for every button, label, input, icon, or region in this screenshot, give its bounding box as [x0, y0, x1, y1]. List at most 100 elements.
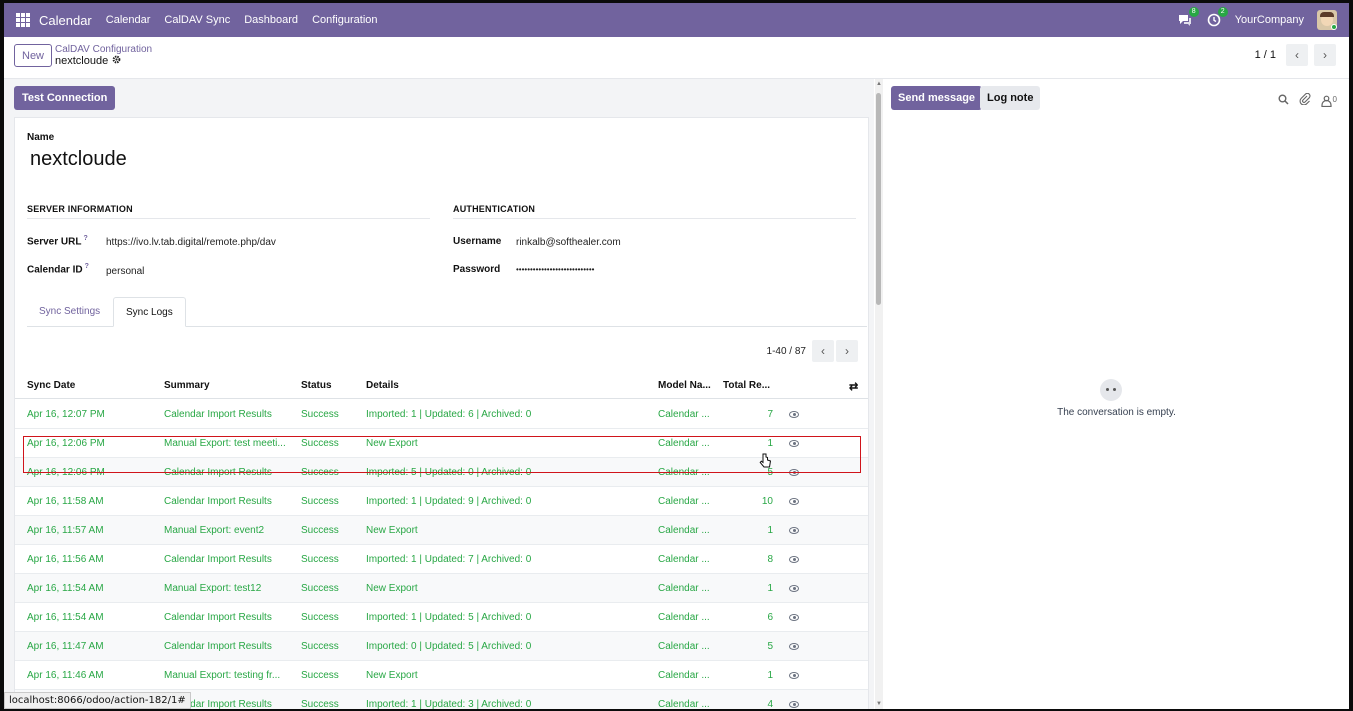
scroll-up-icon[interactable]: ▲ — [875, 81, 883, 87]
cell-model: Calendar ... — [658, 525, 710, 536]
scrollbar-thumb[interactable] — [876, 93, 881, 305]
test-connection-button[interactable]: Test Connection — [14, 86, 116, 110]
cell-status: Success — [301, 583, 339, 594]
help-tooltip-icon[interactable]: ? — [85, 263, 89, 270]
scroll-down-icon[interactable]: ▼ — [875, 701, 883, 707]
form-scrollbar[interactable]: ▲ ▼ — [875, 79, 883, 709]
cell-model: Calendar ... — [658, 409, 710, 420]
help-tooltip-icon[interactable]: ? — [83, 235, 87, 242]
user-avatar[interactable] — [1317, 10, 1337, 30]
eye-icon[interactable] — [789, 411, 799, 418]
odoo-window: Calendar Calendar CalDAV Sync Dashboard … — [4, 3, 1349, 709]
chatter-panel: Send message Log note 0 The conversation… — [884, 79, 1349, 709]
menu-configuration[interactable]: Configuration — [312, 14, 377, 26]
table-row[interactable]: Apr 16, 11:56 AM Calendar Import Results S… — [15, 545, 868, 574]
col-details[interactable]: Details — [366, 380, 399, 391]
eye-icon[interactable] — [789, 440, 799, 447]
logs-prev-icon[interactable]: ‹ — [812, 340, 834, 362]
menu-caldav-sync[interactable]: CalDAV Sync — [164, 14, 230, 26]
cell-summary: Manual Export: test meeti... — [164, 438, 286, 449]
authentication-section-title: AUTHENTICATION — [453, 204, 856, 219]
table-row[interactable]: Apr 16, 12:06 PM Calendar Import Results S… — [15, 458, 868, 487]
paperclip-icon[interactable] — [1299, 92, 1311, 108]
cell-details: Imported: 1 | Updated: 6 | Archived: 0 — [366, 409, 532, 420]
cell-total: 5 — [767, 641, 773, 652]
cell-date: Apr 16, 11:54 AM — [27, 612, 104, 623]
table-row[interactable]: Apr 16, 12:06 PM Manual Export: test meet… — [15, 429, 868, 458]
cell-total: 1 — [767, 583, 773, 594]
username-field[interactable]: rinkalb@softhealer.com — [516, 237, 621, 248]
cell-status: Success — [301, 438, 339, 449]
eye-icon[interactable] — [789, 527, 799, 534]
col-total-records[interactable]: Total Re... — [723, 380, 770, 391]
cell-status: Success — [301, 641, 339, 652]
eye-icon[interactable] — [789, 643, 799, 650]
messages-icon[interactable]: 8 — [1177, 7, 1199, 28]
cell-model: Calendar ... — [658, 438, 710, 449]
table-row[interactable]: Apr 16, 11:47 AM Calendar Import Results S… — [15, 632, 868, 661]
col-sync-date[interactable]: Sync Date — [27, 380, 75, 391]
pager-next-icon[interactable]: › — [1314, 44, 1336, 66]
pager-prev-icon[interactable]: ‹ — [1286, 44, 1308, 66]
send-message-button[interactable]: Send message — [891, 86, 983, 110]
eye-icon[interactable] — [789, 672, 799, 679]
company-switcher[interactable]: YourCompany — [1235, 14, 1304, 26]
messages-badge: 8 — [1188, 7, 1199, 17]
log-note-button[interactable]: Log note — [980, 86, 1041, 110]
eye-icon[interactable] — [789, 701, 799, 708]
tab-sync-settings[interactable]: Sync Settings — [27, 297, 112, 327]
cell-date: Apr 16, 12:06 PM — [27, 438, 105, 449]
eye-icon[interactable] — [789, 556, 799, 563]
menu-calendar[interactable]: Calendar — [106, 14, 151, 26]
col-summary[interactable]: Summary — [164, 380, 210, 391]
record-pager-value[interactable]: 1 / 1 — [1255, 49, 1276, 61]
notebook-tabs: Sync Settings Sync Logs — [27, 297, 867, 327]
chatter-toolbar: 0 — [1278, 92, 1337, 108]
table-row[interactable]: Apr 16, 11:54 AM Calendar Import Results S… — [15, 603, 868, 632]
followers-count: 0 — [1332, 94, 1337, 104]
cell-total: 7 — [767, 409, 773, 420]
table-row[interactable]: Apr 16, 12:07 PM Calendar Import Results S… — [15, 400, 868, 429]
gear-icon[interactable] — [112, 55, 121, 67]
new-button[interactable]: New — [14, 44, 53, 67]
cell-total: 1 — [767, 670, 773, 681]
breadcrumb-parent[interactable]: CalDAV Configuration — [55, 44, 152, 55]
cell-summary: Calendar Import Results — [164, 554, 272, 565]
apps-menu-icon[interactable] — [16, 13, 30, 27]
followers-icon[interactable]: 0 — [1320, 94, 1337, 107]
name-field[interactable]: nextcloude — [30, 148, 127, 171]
control-panel: New CalDAV Configuration nextcloude 1 / … — [4, 37, 1349, 79]
table-row[interactable]: Apr 16, 11:46 AM Manual Export: testing f… — [15, 661, 868, 690]
cell-total: 4 — [767, 699, 773, 709]
table-row[interactable]: Apr 16, 11:57 AM Manual Export: event2 Suc… — [15, 516, 868, 545]
col-model-name[interactable]: Model Na... — [658, 380, 711, 391]
optional-columns-icon[interactable]: ⇄ — [849, 380, 858, 393]
cell-status: Success — [301, 699, 339, 709]
logs-next-icon[interactable]: › — [836, 340, 858, 362]
cell-model: Calendar ... — [658, 554, 710, 565]
search-icon[interactable] — [1278, 94, 1289, 108]
calendar-id-label: Calendar ID? — [27, 263, 89, 276]
eye-icon[interactable] — [789, 585, 799, 592]
cell-date: Apr 16, 11:57 AM — [27, 525, 104, 536]
eye-icon[interactable] — [789, 614, 799, 621]
tab-sync-logs[interactable]: Sync Logs — [113, 297, 186, 327]
col-status[interactable]: Status — [301, 380, 332, 391]
menu-dashboard[interactable]: Dashboard — [244, 14, 298, 26]
table-row[interactable]: Apr 16, 11:58 AM Calendar Import Results S… — [15, 487, 868, 516]
eye-icon[interactable] — [789, 469, 799, 476]
eye-icon[interactable] — [789, 498, 799, 505]
cell-status: Success — [301, 496, 339, 507]
cell-model: Calendar ... — [658, 467, 710, 478]
cell-date: Apr 16, 11:54 AM — [27, 583, 104, 594]
password-field[interactable]: •••••••••••••••••••••••••••• — [516, 265, 594, 274]
cell-status: Success — [301, 554, 339, 565]
activities-icon[interactable]: 2 — [1206, 7, 1228, 28]
app-brand[interactable]: Calendar — [39, 13, 92, 28]
server-url-field[interactable]: https://ivo.lv.tab.digital/remote.php/da… — [106, 237, 276, 248]
cell-status: Success — [301, 525, 339, 536]
logs-pager-value[interactable]: 1-40 / 87 — [767, 346, 806, 357]
cell-model: Calendar ... — [658, 699, 710, 709]
table-row[interactable]: Apr 16, 11:54 AM Manual Export: test12 Suc… — [15, 574, 868, 603]
calendar-id-field[interactable]: personal — [106, 266, 144, 277]
